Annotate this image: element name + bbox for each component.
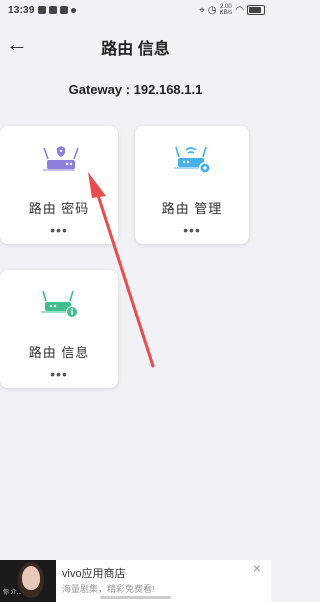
app-header: ← 路由 信息 [0,30,271,60]
status-bar: 13:39 ⌖ ◷ 2.00 KB/s ◠ [0,0,271,22]
battery-icon [247,5,265,15]
card-label: 路由 密码 [28,201,90,216]
notification-icon [60,6,68,14]
router-password-card[interactable]: 路由 密码 ••• [0,126,118,244]
gateway-address: Gateway : 192.168.1.1 [68,82,203,97]
clock-icon: ◷ [207,4,217,16]
status-time: 13:39 [8,5,35,16]
more-dots-icon: ••• [183,222,201,238]
home-indicator [100,596,171,599]
wifi-icon: ◠ [235,4,244,16]
router-info-card[interactable]: 路由 信息 ••• [0,270,118,388]
network-speed: 2.00 KB/s [219,4,233,16]
router-gear-icon [174,146,211,174]
ad-thumbnail: 你 介... [0,560,56,602]
location-icon: ⌖ [199,4,205,16]
system-icons: ⌖ ◷ 2.00 KB/s ◠ [199,4,265,16]
more-dots-icon: ••• [50,222,68,238]
notification-icon [38,6,46,14]
notification-icons [38,6,76,14]
more-dots-icon: ••• [50,366,68,382]
ad-subtitle: 海量剧集，精彩免费看! [62,584,155,594]
page-title: 路由 信息 [101,41,170,58]
router-info-icon [41,290,78,318]
dot-icon [71,8,76,13]
router-lock-icon [43,146,79,171]
router-management-card[interactable]: 路由 管理 ••• [135,126,249,244]
close-icon[interactable]: × [253,560,261,576]
notification-icon [49,6,57,14]
card-label: 路由 信息 [28,345,90,360]
card-label: 路由 管理 [161,201,223,216]
ad-app-name: vivo应用商店 [62,568,126,580]
